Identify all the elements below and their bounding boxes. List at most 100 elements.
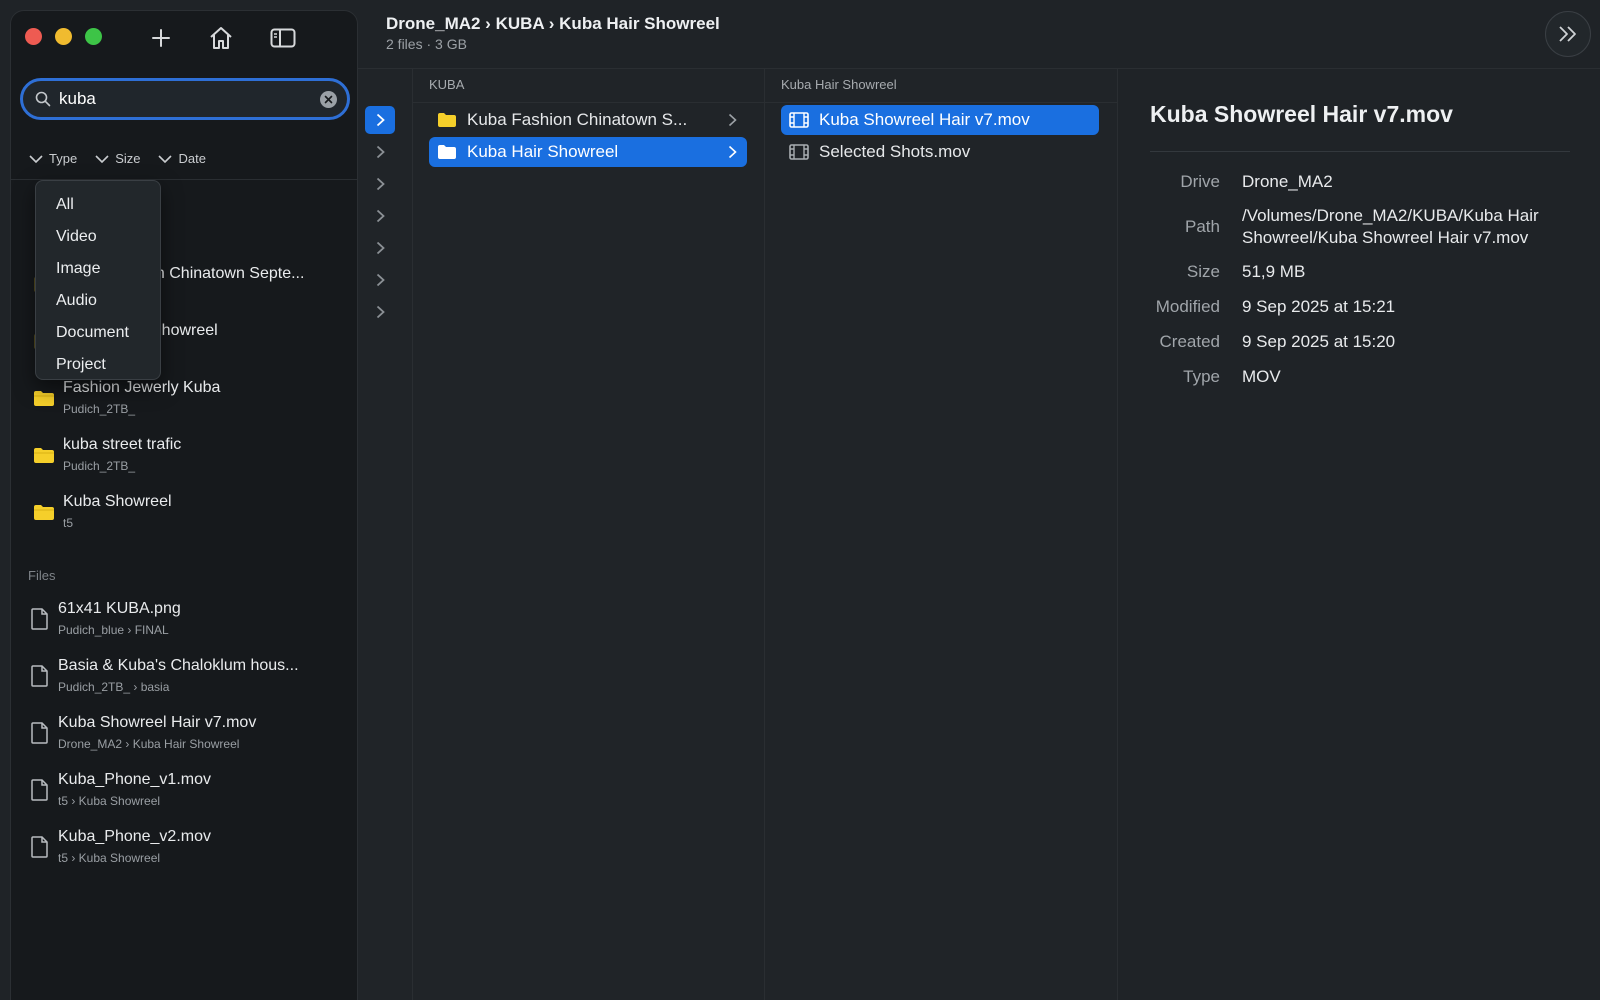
detail-value: Drone_MA2 [1242, 172, 1333, 191]
menu-item-image[interactable]: Image [36, 253, 160, 285]
column-showreel: Kuba Hair Showreel Kuba Showreel Hair v7… [765, 69, 1118, 1000]
filter-type[interactable]: Type [29, 151, 77, 166]
folder-item-label: Kuba Hair Showreel [467, 142, 619, 161]
folder-icon [33, 390, 55, 412]
document-icon [31, 665, 49, 692]
folder-icon [33, 504, 55, 526]
maximize-window-button[interactable] [85, 28, 102, 45]
divider [1150, 151, 1570, 152]
detail-row-size: Size 51,9 MB [1150, 261, 1580, 283]
search-field[interactable] [20, 78, 350, 120]
close-window-button[interactable] [25, 28, 42, 45]
folder-item[interactable]: Kuba Fashion Chinatown S... [429, 105, 747, 135]
filter-label: Date [178, 151, 206, 166]
folder-location: Pudich_2TB_ [63, 459, 136, 473]
document-icon [31, 608, 49, 635]
search-input[interactable] [59, 89, 299, 109]
detail-title: Kuba Showreel Hair v7.mov [1150, 101, 1453, 127]
chevron-right-icon[interactable] [365, 202, 395, 230]
file-location: Pudich_blue › FINAL [58, 623, 169, 637]
clear-search-icon[interactable] [320, 91, 337, 108]
detail-value: 9 Sep 2025 at 15:21 [1242, 297, 1396, 316]
folder-icon [437, 112, 457, 128]
detail-key: Type [1183, 367, 1220, 386]
app-window: Type Size Date on Chinatown Septe... Sho… [0, 0, 1600, 1000]
film-icon [789, 144, 809, 160]
chevron-right-icon[interactable] [365, 106, 395, 134]
detail-row-type: Type MOV [1150, 366, 1580, 388]
sidebar-toggle-icon[interactable] [269, 25, 297, 51]
folder-item-selected[interactable]: Kuba Hair Showreel [429, 137, 747, 167]
folder-location: Pudich_2TB_ [63, 402, 136, 416]
folder-title: Kuba Showreel [63, 493, 172, 510]
file-title: Kuba Showreel Hair v7.mov [58, 714, 257, 731]
filter-label: Type [49, 151, 78, 166]
chevron-right-icon [728, 112, 737, 132]
filter-size[interactable]: Size [95, 151, 140, 166]
detail-value: MOV [1242, 367, 1281, 386]
files-section-label: Files [28, 568, 56, 583]
chevron-right-icon[interactable] [365, 266, 395, 294]
chevron-right-icon[interactable] [365, 138, 395, 166]
filter-label: Size [115, 151, 141, 166]
file-title: 61x41 KUBA.png [58, 600, 181, 617]
minimize-window-button[interactable] [55, 28, 72, 45]
file-title: Kuba_Phone_v1.mov [58, 771, 211, 788]
chevron-down-icon [95, 154, 109, 163]
file-row[interactable]: Kuba_Phone_v2.mov t5 › Kuba Showreel [11, 824, 357, 876]
list-item-title: on Chinatown Septe... [147, 265, 305, 282]
folder-summary: 2 files · 3 GB [386, 36, 467, 52]
home-icon[interactable] [207, 25, 235, 51]
folder-item-label: Kuba Fashion Chinatown S... [467, 110, 688, 129]
menu-item-all[interactable]: All [36, 189, 160, 221]
detail-row-drive: Drive Drone_MA2 [1150, 171, 1580, 193]
folder-row[interactable]: kuba street trafic Pudich_2TB_ [11, 432, 357, 484]
file-location: t5 › Kuba Showreel [58, 794, 161, 808]
menu-item-audio[interactable]: Audio [36, 285, 160, 317]
document-icon [31, 722, 49, 749]
detail-row-created: Created 9 Sep 2025 at 15:20 [1150, 331, 1580, 353]
chevron-right-icon[interactable] [365, 298, 395, 326]
file-row[interactable]: 61x41 KUBA.png Pudich_blue › FINAL [11, 596, 357, 648]
menu-item-document[interactable]: Document [36, 317, 160, 349]
file-title: Kuba_Phone_v2.mov [58, 828, 211, 845]
file-row[interactable]: Basia & Kuba's Chaloklum hous... Pudich_… [11, 653, 357, 705]
detail-value: 51,9 MB [1242, 262, 1306, 281]
type-filter-menu: All Video Image Audio Document Project [35, 180, 161, 380]
detail-key: Path [1185, 217, 1220, 236]
folder-row[interactable]: Kuba Showreel t5 [11, 489, 357, 541]
detail-value: 9 Sep 2025 at 15:20 [1242, 332, 1396, 351]
expand-button[interactable] [1545, 11, 1591, 57]
detail-row-path: Path /Volumes/Drone_MA2/KUBA/Kuba Hair S… [1150, 205, 1580, 249]
folder-title: Fashion Jewerly Kuba [63, 379, 221, 396]
detail-row-modified: Modified 9 Sep 2025 at 15:21 [1150, 296, 1580, 318]
folder-row[interactable]: Fashion Jewerly Kuba Pudich_2TB_ [11, 375, 357, 427]
chevron-right-icon[interactable] [365, 234, 395, 262]
list-item-title: Showreel [151, 322, 218, 339]
column-kuba: KUBA Kuba Fashion Chinatown S... Kuba Ha… [413, 69, 765, 1000]
file-row[interactable]: Kuba Showreel Hair v7.mov Drone_MA2 › Ku… [11, 710, 357, 762]
file-location: t5 › Kuba Showreel [58, 851, 161, 865]
file-location: Pudich_2TB_ › basia [58, 680, 170, 694]
detail-key: Drive [1180, 172, 1220, 191]
detail-value: /Volumes/Drone_MA2/KUBA/Kuba Hair Showre… [1242, 206, 1539, 247]
file-item-selected[interactable]: Kuba Showreel Hair v7.mov [781, 105, 1099, 135]
folder-location: t5 [63, 516, 74, 530]
divider [413, 102, 764, 103]
folder-icon [437, 144, 457, 160]
plus-icon[interactable] [147, 25, 175, 51]
file-item[interactable]: Selected Shots.mov [781, 137, 1099, 167]
collapsed-column [358, 69, 413, 1000]
menu-item-video[interactable]: Video [36, 221, 160, 253]
double-chevron-right-icon [1559, 26, 1576, 42]
divider [765, 102, 1117, 103]
menu-item-project[interactable]: Project [36, 349, 160, 381]
breadcrumb: Drone_MA2 › KUBA › Kuba Hair Showreel [386, 14, 720, 33]
document-icon [31, 836, 49, 863]
document-icon [31, 779, 49, 806]
file-row[interactable]: Kuba_Phone_v1.mov t5 › Kuba Showreel [11, 767, 357, 819]
chevron-down-icon [29, 154, 43, 163]
filter-date[interactable]: Date [158, 151, 206, 166]
detail-panel: Kuba Showreel Hair v7.mov Drive Drone_MA… [1118, 69, 1600, 1000]
chevron-right-icon[interactable] [365, 170, 395, 198]
